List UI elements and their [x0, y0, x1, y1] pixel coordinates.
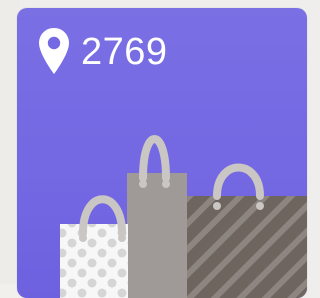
striped-bag: [186, 163, 307, 298]
taupe-bag: [127, 135, 187, 298]
shopping-bags-illustration: [60, 135, 307, 298]
location-promo-card[interactable]: 2769: [17, 8, 307, 298]
page: 2769: [0, 0, 307, 298]
polka-bag: [60, 195, 128, 298]
